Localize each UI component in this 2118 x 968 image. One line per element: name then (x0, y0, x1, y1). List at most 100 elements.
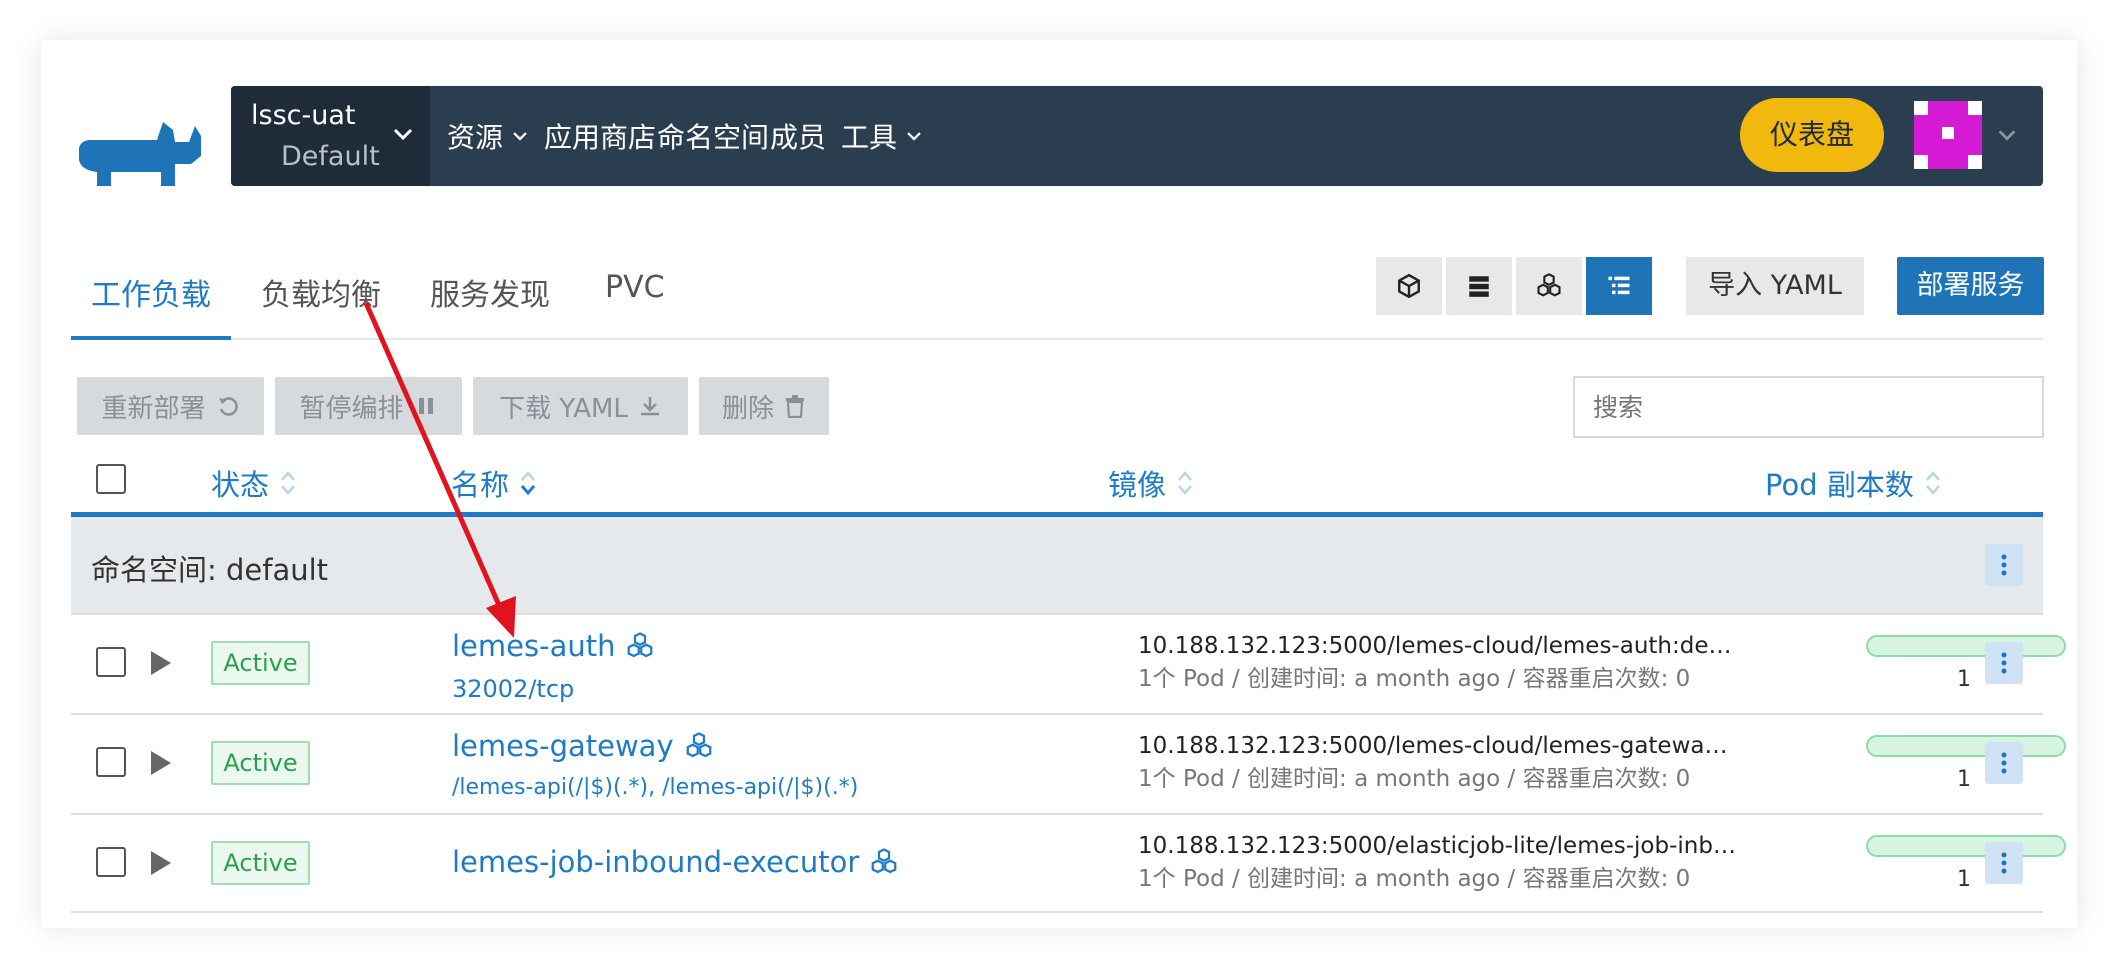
col-pod-replicas-label: Pod 副本数 (1765, 468, 1914, 502)
nav-tools-label: 工具 (841, 121, 898, 154)
kebab-icon (2001, 652, 2007, 674)
row-menu-button[interactable] (1985, 642, 2023, 684)
port-link[interactable]: 32002/tcp (452, 675, 574, 703)
nav-tools[interactable]: 工具 (841, 116, 923, 156)
namespace-menu-button[interactable] (1985, 544, 2023, 586)
rancher-logo[interactable] (71, 102, 211, 212)
namespace-label: 命名空间: default (91, 553, 329, 587)
cubes-icon (871, 848, 897, 874)
dashboard-button[interactable]: 仪表盘 (1740, 98, 1884, 172)
nav-members[interactable]: 成员 (770, 116, 826, 156)
workload-name: lemes-gateway (452, 729, 674, 763)
expand-row-icon[interactable] (151, 651, 171, 675)
image-name: 10.188.132.123:5000/elasticjob-lite/leme… (1138, 833, 1738, 859)
pause-button[interactable]: 暂停编排 (275, 377, 462, 435)
image-name: 10.188.132.123:5000/lemes-cloud/lemes-ga… (1138, 733, 1738, 759)
tab-load-balancing[interactable]: 负载均衡 (261, 270, 381, 314)
col-status-label: 状态 (211, 468, 270, 502)
sort-desc-icon (520, 471, 536, 496)
workload-name-link[interactable]: lemes-auth (452, 629, 655, 663)
import-yaml-button[interactable]: 导入 YAML (1686, 257, 1864, 315)
row-menu-button[interactable] (1985, 842, 2023, 884)
top-nav-bar: lssc-uat Default 资源 应用商店 命名空间 成员 工具 仪表盘 (231, 86, 2043, 186)
workload-name: lemes-job-inbound-executor (452, 845, 860, 879)
pod-progress-bar (1866, 835, 2066, 857)
workload-name: lemes-auth (452, 629, 616, 663)
server-icon (1469, 276, 1489, 297)
nav-namespaces[interactable]: 命名空间 (657, 116, 769, 156)
tab-service-discovery[interactable]: 服务发现 (430, 270, 550, 314)
list-icon (1608, 276, 1630, 295)
workload-name-link[interactable]: lemes-gateway (452, 729, 714, 763)
col-name-label: 名称 (451, 468, 510, 502)
cluster-switcher[interactable]: lssc-uat Default (231, 86, 430, 186)
pod-meta: 1个 Pod / 创建时间: a month ago / 容器重启次数: 0 (1138, 866, 1691, 892)
chevron-down-icon (513, 132, 527, 141)
view-cube-button[interactable] (1376, 257, 1442, 315)
tab-divider (71, 338, 2043, 340)
tab-pvc[interactable]: PVC (605, 270, 665, 305)
table-row: Active lemes-job-inbound-executor 10.188… (71, 813, 2066, 913)
select-all-checkbox[interactable] (96, 464, 126, 494)
redeploy-button[interactable]: 重新部署 (77, 377, 264, 435)
cluster-name: lssc-uat (251, 100, 356, 131)
nav-app-store[interactable]: 应用商店 (544, 116, 656, 156)
pod-count: 1 (1957, 767, 1971, 792)
undo-icon (218, 397, 238, 416)
view-server-button[interactable] (1446, 257, 1512, 315)
view-list-button[interactable] (1586, 257, 1652, 315)
table-row: Active lemes-auth 32002/tcp 10.188.132.1… (71, 613, 2066, 713)
ingress-link[interactable]: /lemes-api(/|$)(.*) (452, 775, 648, 800)
delete-label: 删除 (721, 393, 774, 424)
col-name[interactable]: 名称 (451, 462, 537, 504)
view-cubes-button[interactable] (1516, 257, 1582, 315)
nav-app-store-label: 应用商店 (544, 121, 657, 154)
row-checkbox[interactable] (96, 847, 126, 877)
nav-members-label: 成员 (770, 121, 827, 154)
workload-name-link[interactable]: lemes-job-inbound-executor (452, 845, 899, 879)
nav-resources[interactable]: 资源 (447, 116, 529, 156)
cubes-icon (628, 632, 653, 658)
download-icon (640, 397, 659, 416)
row-menu-button[interactable] (1985, 742, 2023, 784)
ingress-links: /lemes-api(/|$)(.*), /lemes-api(/|$)(.*) (452, 775, 859, 800)
delete-button[interactable]: 删除 (699, 377, 829, 435)
col-image[interactable]: 镜像 (1108, 462, 1194, 504)
row-checkbox[interactable] (96, 647, 126, 677)
pod-progress-bar (1866, 635, 2066, 657)
cubes-icon (1537, 273, 1561, 297)
image-name: 10.188.132.123:5000/lemes-cloud/lemes-au… (1138, 633, 1738, 659)
col-pod-replicas[interactable]: Pod 副本数 (1765, 462, 1942, 504)
sort-icon (1178, 471, 1192, 495)
status-badge: Active (211, 641, 310, 685)
col-status[interactable]: 状态 (211, 462, 297, 504)
pod-meta: 1个 Pod / 创建时间: a month ago / 容器重启次数: 0 (1138, 766, 1691, 792)
status-badge: Active (211, 741, 310, 785)
status-badge: Active (211, 841, 310, 885)
ingress-link[interactable]: /lemes-api(/|$)(.*) (662, 775, 858, 800)
sort-icon (1925, 471, 1940, 495)
download-yaml-label: 下载 YAML (499, 393, 628, 424)
cubes-icon (686, 732, 711, 758)
chevron-down-icon[interactable] (1996, 124, 2018, 146)
chevron-down-icon (393, 128, 413, 141)
pause-icon (418, 398, 433, 414)
expand-row-icon[interactable] (151, 751, 171, 775)
row-checkbox[interactable] (96, 747, 126, 777)
chevron-down-icon (907, 132, 921, 141)
pod-meta: 1个 Pod / 创建时间: a month ago / 容器重启次数: 0 (1138, 666, 1691, 692)
sort-icon (281, 471, 295, 495)
expand-row-icon[interactable] (151, 851, 171, 875)
kebab-icon (2001, 554, 2007, 576)
deploy-button[interactable]: 部署服务 (1897, 257, 2044, 315)
download-yaml-button[interactable]: 下载 YAML (473, 377, 688, 435)
search-input[interactable] (1573, 376, 2044, 438)
identicon-icon (1914, 101, 1982, 169)
tab-workloads[interactable]: 工作负载 (91, 270, 211, 314)
pause-label: 暂停编排 (299, 393, 404, 424)
pod-count: 1 (1957, 867, 1971, 892)
avatar[interactable] (1914, 101, 1982, 169)
namespace-group-row: 命名空间: default (71, 517, 2043, 613)
pod-progress-bar (1866, 735, 2066, 757)
redeploy-label: 重新部署 (101, 393, 206, 424)
